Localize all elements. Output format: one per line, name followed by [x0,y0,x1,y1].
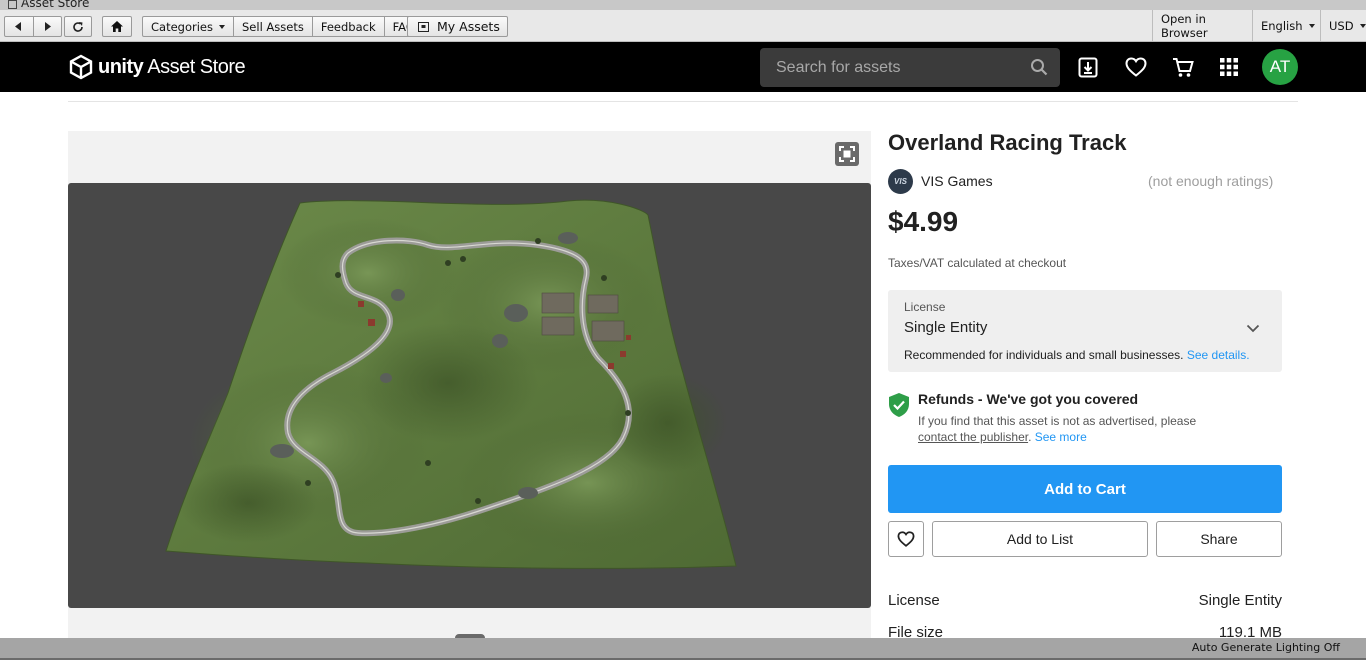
language-label: English [1261,19,1303,33]
contact-publisher-link[interactable]: contact the publisher [918,430,1028,444]
product-preview-image[interactable] [68,183,871,608]
logo-text: unity Asset Store [98,55,246,79]
unity-cube-icon [69,54,93,80]
my-assets-button[interactable]: My Assets [407,16,508,37]
product-title: Overland Racing Track [888,130,1127,155]
window-icon [8,0,17,9]
heart-icon[interactable] [1124,55,1148,79]
ratings-text: (not enough ratings) [1148,173,1274,189]
triangle-right-icon [45,22,52,31]
add-to-cart-button[interactable]: Add to Cart [888,465,1282,513]
open-in-browser-button[interactable]: Open in Browser [1152,10,1252,42]
see-more-link[interactable]: See more [1035,430,1087,444]
my-assets-label: My Assets [437,19,500,34]
logo-store: Asset Store [147,55,246,78]
status-text: Auto Generate Lighting Off [1191,641,1340,654]
user-avatar[interactable]: AT [1262,49,1298,85]
unity-asset-store-logo[interactable]: unity Asset Store [68,54,246,80]
license-value: Single Entity [904,319,988,336]
publisher-logo[interactable]: VIS [888,169,913,194]
license-selector[interactable]: License Single Entity Recommended for in… [888,290,1282,372]
refresh-icon [73,21,83,32]
apps-grid-icon[interactable] [1217,55,1241,79]
menu-categories-label: Categories [151,19,213,34]
search-box [760,48,1060,87]
store-header: unity Asset Store AT [0,42,1366,92]
back-button[interactable] [5,17,34,36]
menu-sell-assets[interactable]: Sell Assets [234,17,313,36]
taxes-note: Taxes/VAT calculated at checkout [888,256,1067,270]
store-menu: Categories Sell Assets Feedback FAQ [142,16,424,37]
detail-label-license: License [888,592,940,609]
fullscreen-button[interactable] [835,142,859,166]
downloads-icon[interactable] [1076,55,1100,79]
window-titlebar: Asset Store [0,0,1366,10]
menu-categories[interactable]: Categories [143,17,234,36]
refunds-title: Refunds - We've got you covered [918,391,1139,407]
chevron-down-icon [1359,24,1366,28]
breadcrumb-divider [68,101,1298,102]
chevron-down-icon [219,24,225,29]
search-icon[interactable] [1030,58,1048,81]
window-title: Asset Store [21,0,90,10]
language-dropdown[interactable]: English [1252,10,1320,42]
refunds-links: contact the publisher. See more [918,430,1087,444]
product-price: $4.99 [888,206,959,237]
refresh-button[interactable] [64,16,92,37]
add-to-list-button[interactable]: Add to List [932,521,1148,557]
currency-label: USD [1329,19,1354,33]
share-button[interactable]: Share [1156,521,1282,557]
racing-track-terrain-image [165,199,737,569]
refunds-description: If you find that this asset is not as ad… [918,414,1197,428]
license-description-text: Recommended for individuals and small bu… [904,348,1184,362]
home-button[interactable] [102,16,132,37]
currency-dropdown[interactable]: USD [1320,10,1366,42]
chevron-down-icon[interactable] [1246,320,1260,338]
favorite-button[interactable] [888,521,924,557]
fullscreen-icon [839,146,855,162]
cart-icon[interactable] [1171,55,1195,79]
logo-brand: unity [98,55,144,78]
package-icon [418,22,429,32]
license-description: Recommended for individuals and small bu… [904,348,1250,362]
forward-button[interactable] [34,17,62,36]
home-icon [111,21,123,32]
shield-check-icon [888,392,910,423]
publisher-link[interactable]: VIS Games [921,173,993,189]
detail-value-license[interactable]: Single Entity [1199,592,1282,609]
nav-back-forward [4,16,62,37]
triangle-left-icon [14,22,21,31]
see-details-link[interactable]: See details. [1187,348,1250,362]
search-input[interactable] [774,57,1018,78]
refunds-period: . [1028,430,1035,444]
license-label: License [904,300,946,314]
chevron-down-icon [1308,24,1315,28]
menu-feedback[interactable]: Feedback [313,17,385,36]
editor-status-bar: Auto Generate Lighting Off [0,638,1366,660]
heart-icon [897,531,915,547]
